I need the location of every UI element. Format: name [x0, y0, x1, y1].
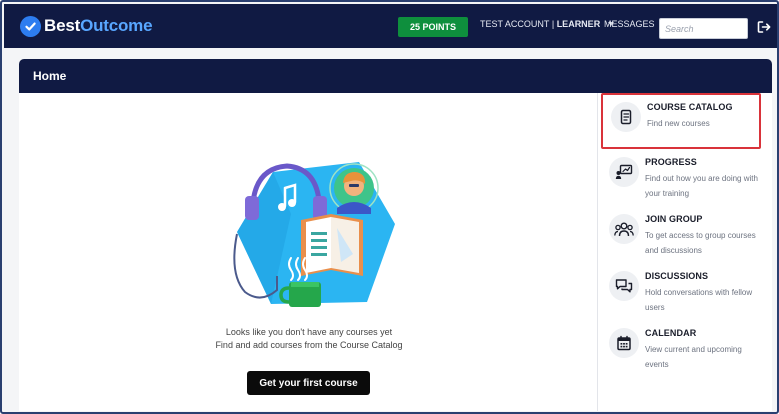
calendar-icon — [609, 328, 639, 358]
sidebar-item-title: PROGRESS — [645, 157, 697, 167]
checkmark-badge-icon — [20, 15, 41, 37]
get-first-course-button[interactable]: Get your first course — [247, 371, 370, 395]
page-title: Home — [33, 69, 67, 83]
messages-label: MESSAGES — [604, 19, 655, 29]
brand-name-part2: Outcome — [80, 16, 153, 35]
sidebar-item-calendar[interactable]: CALENDAR View current and upcoming event… — [601, 321, 761, 377]
brand-name: BestOutcome — [44, 16, 153, 36]
empty-state-message: Looks like you don't have any courses ye… — [225, 327, 393, 337]
empty-state-illustration — [231, 154, 403, 312]
sidebar-divider — [597, 93, 598, 411]
chat-bubbles-icon — [609, 271, 639, 301]
sidebar-item-title: COURSE CATALOG — [647, 102, 733, 112]
sidebar-item-progress[interactable]: PROGRESS Find out how you are doing with… — [601, 150, 761, 206]
search-input[interactable] — [659, 18, 748, 39]
sidebar-item-discussions[interactable]: DISCUSSIONS Hold conversations with fell… — [601, 264, 761, 320]
group-icon — [609, 214, 639, 244]
sidebar-item-description: Find out how you are doing with your tra… — [645, 174, 758, 198]
sidebar-item-title: JOIN GROUP — [645, 214, 703, 224]
brand-name-part1: Best — [44, 16, 81, 35]
panel-header: Home — [19, 59, 772, 93]
sidebar-item-description: Find new courses — [647, 119, 710, 128]
sidebar-item-description: To get access to group courses and discu… — [645, 231, 756, 255]
top-navigation-bar: BestOutcome 25 POINTS TEST ACCOUNT | LEA… — [4, 4, 777, 48]
app-window: BestOutcome 25 POINTS TEST ACCOUNT | LEA… — [0, 0, 779, 414]
account-role: LEARNER — [556, 19, 601, 29]
sidebar-item-title: DISCUSSIONS — [645, 271, 709, 281]
empty-state-hint: Find and add courses from the Course Cat… — [215, 340, 403, 350]
messages-menu[interactable]: MESSAGES — [604, 19, 665, 29]
account-name: TEST ACCOUNT — [480, 19, 550, 29]
logout-icon[interactable] — [756, 19, 772, 35]
points-badge[interactable]: 25 POINTS — [398, 17, 468, 37]
brand-logo[interactable]: BestOutcome — [20, 14, 153, 38]
account-separator: | — [549, 19, 557, 29]
sidebar-item-title: CALENDAR — [645, 328, 697, 338]
sidebar-item-join-group[interactable]: JOIN GROUP To get access to group course… — [601, 207, 761, 263]
account-menu[interactable]: TEST ACCOUNT | LEARNER — [480, 19, 615, 29]
sidebar-item-description: Hold conversations with fellow users — [645, 288, 753, 312]
home-panel: Home Looks like you don't have any cours… — [19, 59, 772, 411]
presentation-chart-icon — [609, 157, 639, 187]
sidebar-item-course-catalog[interactable]: COURSE CATALOG Find new courses — [601, 93, 761, 149]
book-icon — [611, 102, 641, 132]
sidebar-item-description: View current and upcoming events — [645, 345, 742, 369]
